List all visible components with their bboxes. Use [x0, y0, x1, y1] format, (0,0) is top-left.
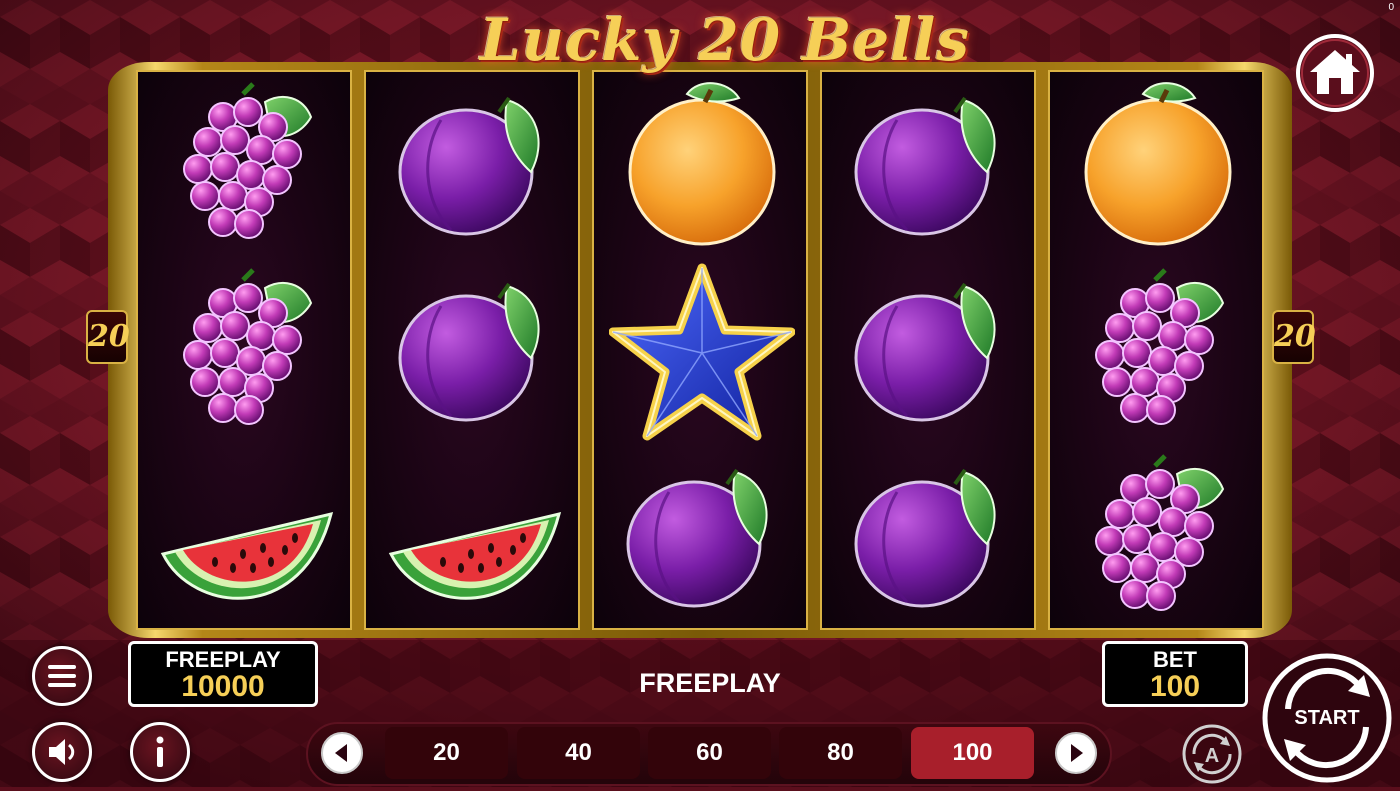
grapes-symbol [138, 72, 354, 258]
plum-icon [854, 468, 997, 608]
bet-option-40[interactable]: 40 [517, 727, 640, 779]
bet-label: BET [1153, 647, 1197, 672]
svg-text:A: A [1205, 745, 1219, 767]
start-label: START [1294, 707, 1360, 729]
bet-next-button[interactable] [1055, 732, 1097, 774]
bet-option-100[interactable]: 100 [911, 727, 1034, 779]
plum-icon [398, 96, 541, 236]
plum-icon [626, 468, 769, 608]
home-icon [1296, 34, 1374, 112]
watermelon-icon [389, 512, 561, 600]
plum-icon [854, 96, 997, 236]
plum-symbol [822, 444, 1038, 630]
line-count-badge-right: 20 [1272, 310, 1316, 364]
reel-5 [1048, 70, 1264, 630]
orange-icon [1065, 72, 1251, 258]
plum-symbol [366, 72, 582, 258]
orange-symbol [1050, 72, 1266, 258]
speaker-icon [49, 739, 75, 765]
watermelon-icon [161, 512, 333, 600]
bet-option-80[interactable]: 80 [779, 727, 902, 779]
line-count-badge-left: 20 [86, 310, 130, 364]
grapes-icon [1065, 258, 1251, 444]
corner-counter: 0 [1388, 2, 1394, 13]
balance-box: FREEPLAY 10000 [128, 641, 318, 707]
sound-button[interactable] [32, 722, 92, 782]
grapes-symbol [1050, 444, 1266, 630]
star-symbol [594, 258, 810, 444]
orange-icon [609, 72, 795, 258]
balance-value: 10000 [181, 670, 265, 703]
reel-3 [592, 70, 808, 630]
autoplay-button[interactable]: A [1180, 722, 1244, 786]
watermelon-symbol [138, 444, 354, 630]
info-button[interactable] [130, 722, 190, 782]
arrow-left-icon [335, 744, 347, 762]
info-icon [156, 736, 164, 767]
grapes-symbol [138, 258, 354, 444]
grapes-icon [153, 72, 339, 258]
grapes-icon [153, 258, 339, 444]
bet-prev-button[interactable] [321, 732, 363, 774]
bet-option-20[interactable]: 20 [385, 727, 508, 779]
plum-symbol [366, 258, 582, 444]
grapes-symbol [1050, 258, 1266, 444]
star-icon [609, 258, 795, 444]
balance-label: FREEPLAY [165, 647, 281, 672]
plum-symbol [594, 444, 810, 630]
grapes-icon [1065, 444, 1251, 630]
bet-option-60[interactable]: 60 [648, 727, 771, 779]
hamburger-menu-icon [48, 665, 76, 687]
reel-4 [820, 70, 1036, 630]
plum-symbol [822, 72, 1038, 258]
bet-value: 100 [1149, 670, 1201, 703]
menu-button[interactable] [32, 646, 92, 706]
watermelon-symbol [366, 444, 582, 630]
plum-icon [854, 282, 997, 422]
status-message: FREEPLAY [639, 668, 781, 698]
orange-symbol [594, 72, 810, 258]
plum-icon [398, 282, 541, 422]
reel-1 [136, 70, 352, 630]
plum-symbol [822, 258, 1038, 444]
autoplay-icon: A [1182, 724, 1242, 784]
home-button[interactable] [1294, 32, 1376, 114]
bet-box: BET 100 [1102, 641, 1248, 707]
arrow-right-icon [1071, 744, 1083, 762]
game-title: Lucky 20 Bells [480, 6, 970, 74]
reel-2 [364, 70, 580, 630]
